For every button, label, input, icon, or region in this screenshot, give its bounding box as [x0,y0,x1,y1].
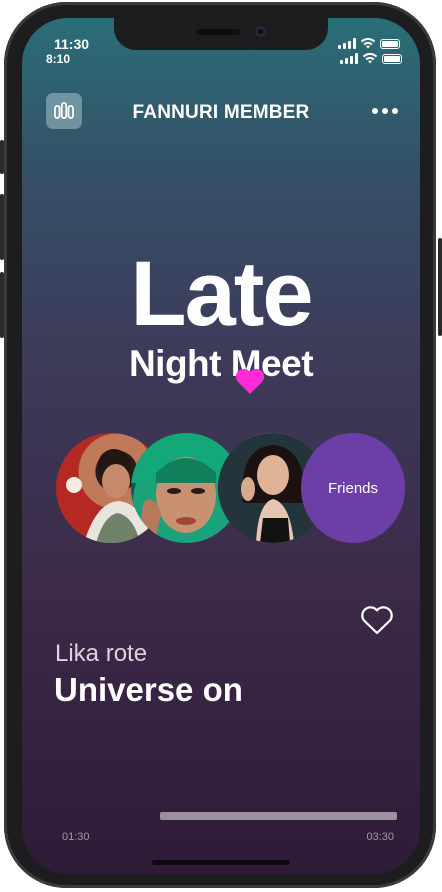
notch [114,18,328,50]
status-time-secondary: 8:10 [46,52,71,66]
battery-icon [382,54,402,64]
phone-power-button [438,238,442,336]
track-title: Universe on [54,671,243,708]
phone-side-button [0,140,4,174]
heart-icon [235,368,265,394]
equalizer-icon [54,102,74,119]
progress-fill [160,812,397,820]
wifi-icon [362,53,378,64]
wifi-icon [360,38,376,49]
total-time: 03:30 [366,831,394,843]
track-subtitle: Lika rote [55,640,148,667]
friends-label: Friends [327,479,379,497]
status-icons-primary [338,38,400,49]
app-title: FANNURI MEMBER [132,102,310,123]
progress-bar[interactable] [160,812,397,820]
screen: 11:30 8:10 FANNURI MEMBER Late Night Mee… [22,18,420,874]
signal-icon [340,53,358,64]
more-dots-icon [372,108,398,114]
front-camera [255,26,266,37]
home-indicator[interactable] [152,860,290,865]
status-icons-secondary [340,53,402,64]
friends-bubble[interactable]: Friends [301,433,405,543]
hero-subtitle: Night Meet [128,343,314,384]
more-options-button[interactable] [372,108,398,114]
phone-volume-down [0,272,4,338]
phone-volume-up [0,194,4,260]
status-time-primary: 11:30 [54,36,90,52]
elapsed-time: 01:30 [62,831,90,843]
signal-icon [338,38,356,49]
heart-outline-icon[interactable] [360,605,394,635]
menu-button[interactable] [46,93,82,129]
speaker [196,29,240,35]
hero-title: Late [130,243,313,345]
battery-icon [380,39,400,49]
